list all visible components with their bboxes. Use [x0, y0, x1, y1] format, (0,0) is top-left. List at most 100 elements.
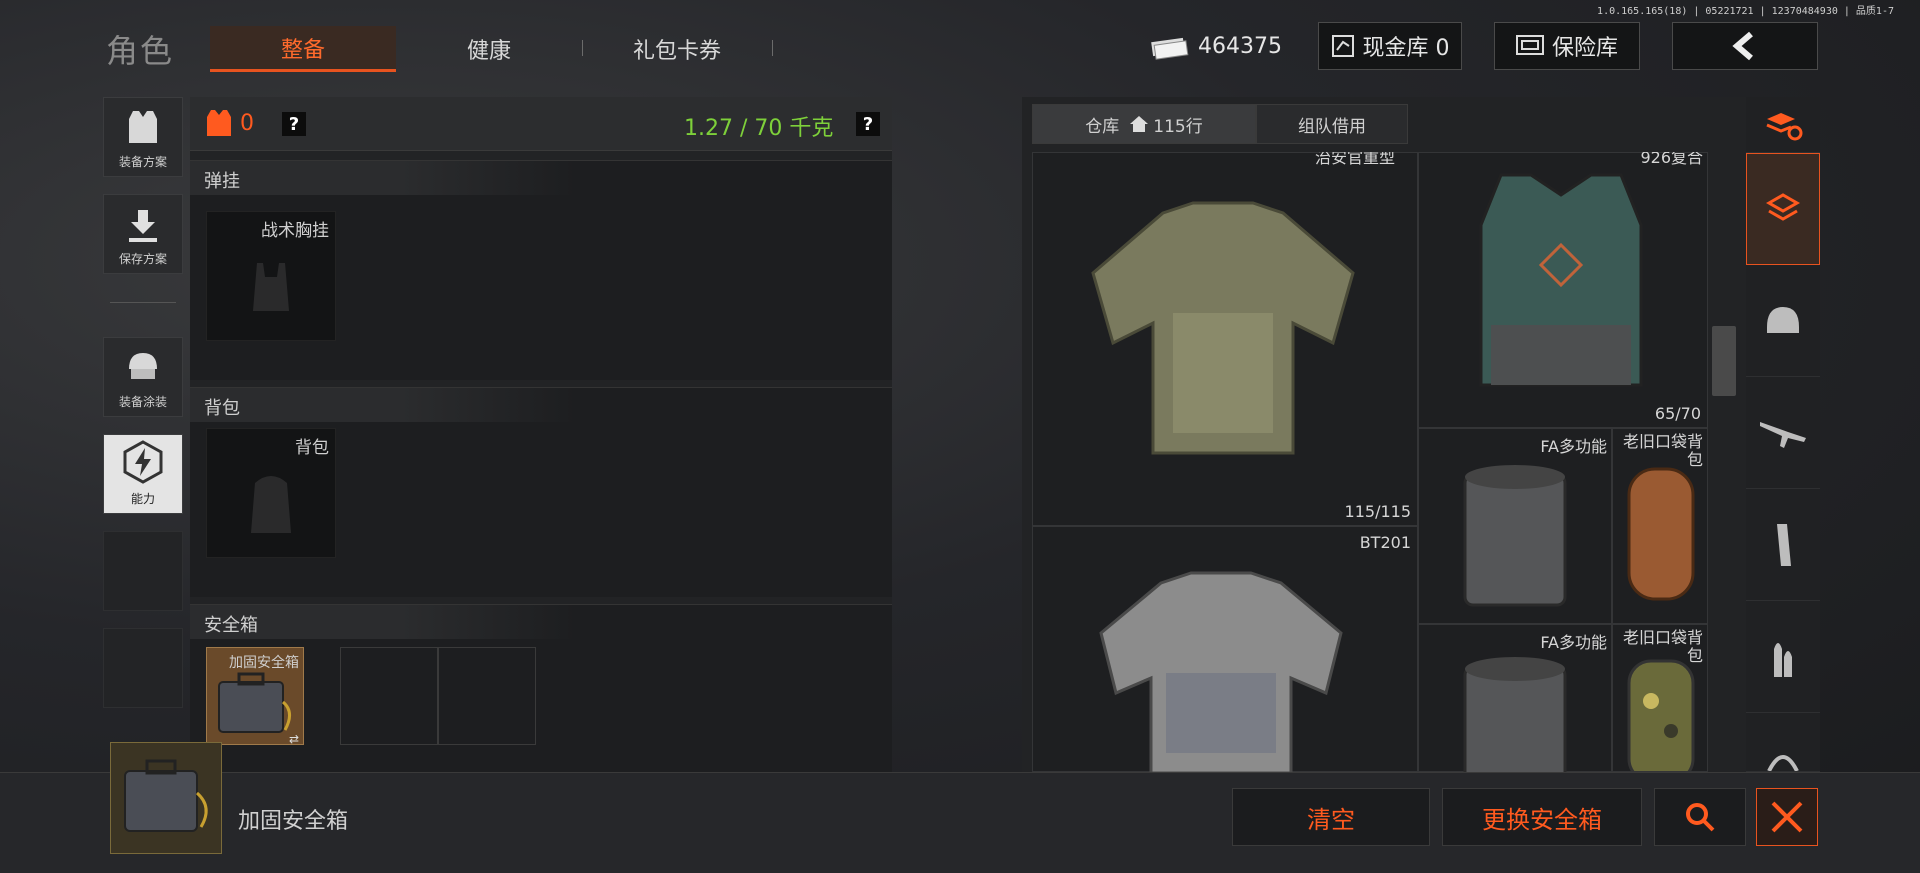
currency-amount: 464375 [1198, 33, 1282, 59]
version-text: 1.0.165.165(18) | 05221721 | 12370484930… [1597, 6, 1894, 17]
magazine-icon [1777, 523, 1791, 566]
ammo-icon [1774, 642, 1792, 677]
cash-vault-icon [1331, 35, 1354, 57]
category-all[interactable] [1746, 153, 1820, 265]
tab-gift-cards[interactable]: 礼包卡券 [582, 26, 772, 72]
armor-help-button[interactable]: ? [282, 112, 306, 136]
ability-button[interactable]: 能力 [103, 434, 183, 514]
save-plan-label: 保存方案 [118, 252, 167, 266]
backpack-slot-label: 背包 [295, 438, 329, 458]
empty-menu-slot [103, 628, 183, 708]
chest-rig-section: 弹挂 战术胸挂 [190, 160, 892, 380]
download-icon [129, 210, 157, 242]
cash-vault-label: 现金库 0 [1362, 36, 1450, 61]
safe-box-slot[interactable]: 加固安全箱 ⇄ [206, 647, 304, 746]
warehouse-label: 仓库 [1085, 116, 1120, 137]
category-weapon[interactable] [1746, 377, 1820, 489]
currency-display: 464375 [1148, 26, 1282, 66]
category-misc[interactable] [1746, 713, 1820, 772]
storage-item[interactable]: 老旧口袋背包 [1612, 428, 1708, 624]
tab-warehouse[interactable]: 仓库 115行 [1032, 104, 1256, 144]
selected-item-thumb [110, 742, 222, 854]
item-name: FA多功能 [1540, 437, 1607, 456]
safe-vault-button[interactable]: 保险库 [1494, 22, 1640, 70]
backpack-section: 背包 背包 [190, 387, 892, 597]
cash-icon [1151, 37, 1189, 60]
stack-filter-icon [1765, 193, 1801, 221]
chest-rig-slot[interactable]: 战术胸挂 [206, 211, 336, 341]
warehouse-count: 115行 [1153, 116, 1203, 137]
storage-tabs: 仓库 115行 组队借用 [1032, 104, 1408, 144]
storage-grid: 治安官重型 115/115 926复合 65/70 FA多功能 老旧口袋背包 B… [1032, 152, 1712, 772]
carry-weight: 1.27 / 70 千克 [684, 116, 834, 141]
chest-rig-slot-label: 战术胸挂 [261, 221, 329, 241]
chest-rig-placeholder-icon [253, 263, 289, 311]
equipment-plan-button[interactable]: 装备方案 [103, 97, 183, 177]
weight-help-button[interactable]: ? [856, 112, 880, 136]
stack-refresh-button[interactable] [1746, 97, 1820, 153]
tab-divider [772, 40, 773, 56]
item-name: BT201 [1359, 533, 1411, 552]
armor-value: 0 [240, 110, 254, 136]
armor-indicator: 0 [206, 108, 254, 138]
search-button[interactable] [1654, 788, 1746, 846]
storage-item[interactable]: 老旧口袋背包 [1612, 624, 1708, 772]
storage-item[interactable]: FA多功能 [1418, 624, 1612, 772]
bt201-armor-icon [1099, 571, 1343, 772]
camo-backpack-icon [1627, 659, 1695, 771]
back-button[interactable] [1672, 22, 1818, 70]
back-arrow-icon [1732, 31, 1753, 61]
selected-item-name: 加固安全箱 [238, 809, 349, 834]
backpack-placeholder-icon [251, 476, 291, 533]
section-title: 安全箱 [190, 605, 892, 639]
storage-item[interactable]: 治安官重型 115/115 [1032, 152, 1418, 526]
safe-box-cell[interactable] [340, 647, 438, 745]
pouch-icon [1463, 657, 1567, 772]
category-sidebar [1746, 97, 1820, 772]
item-name: FA多功能 [1540, 633, 1607, 652]
equipment-plan-label: 装备方案 [118, 155, 167, 169]
category-ammo[interactable] [1746, 601, 1820, 713]
vest-plan-icon [129, 111, 157, 143]
close-icon [1771, 801, 1803, 833]
armor-vest-icon [207, 110, 231, 136]
ability-label: 能力 [130, 492, 155, 506]
safe-box-cell[interactable] [438, 647, 536, 745]
category-helmet[interactable] [1746, 265, 1820, 377]
ability-icon [123, 440, 163, 484]
home-icon [1130, 116, 1149, 132]
safe-icon [1515, 35, 1544, 55]
old-backpack-icon [1627, 467, 1695, 601]
empty-menu-slot [103, 531, 183, 611]
helmet-paint-icon [129, 353, 157, 379]
category-magazine[interactable] [1746, 489, 1820, 601]
tab-team-borrow[interactable]: 组队借用 [1256, 104, 1408, 144]
section-title: 背包 [190, 388, 892, 422]
backpack-slot[interactable]: 背包 [206, 428, 336, 558]
safe-box-slot-marker: ⇄ [288, 732, 299, 746]
storage-item[interactable]: 926复合 65/70 [1418, 152, 1708, 428]
equipment-paint-button[interactable]: 装备涂装 [103, 337, 183, 417]
item-name: 治安官重型 [1314, 152, 1395, 167]
save-plan-button[interactable]: 保存方案 [103, 194, 183, 274]
menu-divider [110, 302, 176, 303]
composite-armor-icon [1479, 173, 1643, 387]
storage-item[interactable]: FA多功能 [1418, 428, 1612, 624]
search-icon [1686, 803, 1715, 832]
reinforced-safe-box-icon [218, 672, 291, 733]
swap-safe-box-button[interactable]: 更换安全箱 [1442, 788, 1642, 846]
cash-vault-button[interactable]: 现金库 0 [1318, 22, 1462, 70]
helmet-icon [1767, 306, 1799, 333]
clear-button[interactable]: 清空 [1232, 788, 1430, 846]
close-button[interactable] [1756, 788, 1818, 846]
safe-box-section: 安全箱 加固安全箱 ⇄ [190, 604, 892, 772]
safe-vault-label: 保险库 [1551, 36, 1618, 61]
tab-prepare[interactable]: 整备 [210, 26, 396, 72]
item-durability: 65/70 [1654, 404, 1701, 423]
heavy-armor-icon [1091, 201, 1355, 455]
storage-scrollbar[interactable] [1712, 326, 1736, 396]
tab-health[interactable]: 健康 [396, 26, 582, 72]
item-durability: 115/115 [1344, 502, 1411, 521]
storage-item[interactable]: BT201 [1032, 526, 1418, 772]
reinforced-safe-box-icon [124, 759, 208, 832]
